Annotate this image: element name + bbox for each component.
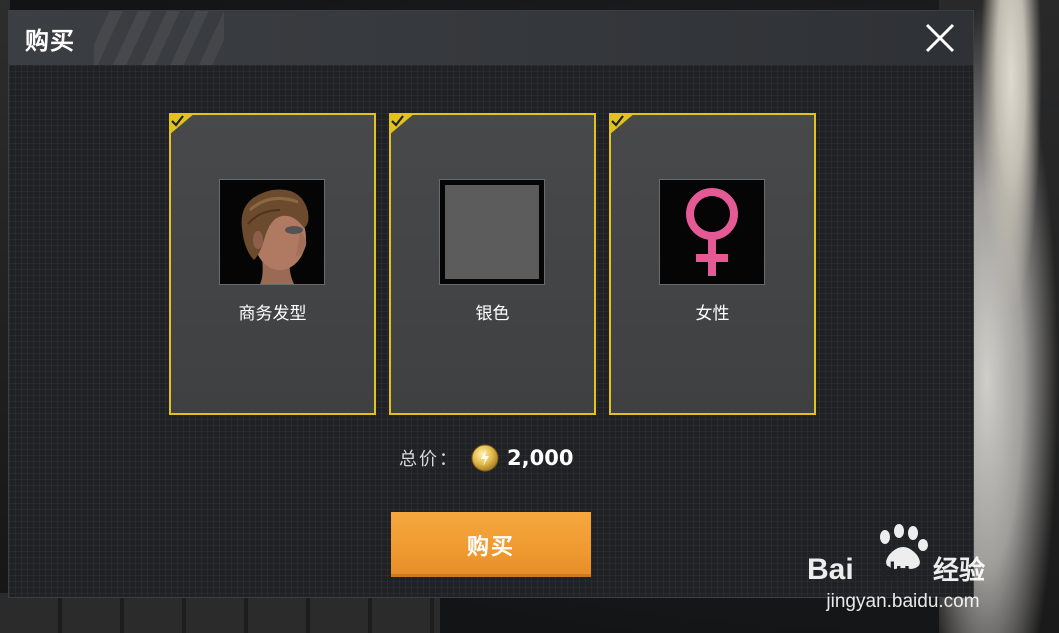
color-swatch-icon <box>439 179 545 285</box>
baidu-logo-icon: Bai du 经验 <box>807 524 985 586</box>
checkmark-icon <box>609 113 635 135</box>
item-label: 女性 <box>695 304 730 324</box>
close-icon <box>925 23 955 53</box>
item-label: 商务发型 <box>238 304 307 324</box>
checkmark-icon <box>389 113 415 135</box>
hairstyle-icon <box>219 179 325 285</box>
item-list: 商务发型 银色 女性 <box>169 113 817 415</box>
background-inventory-strip <box>0 593 440 633</box>
item-label: 银色 <box>475 304 510 324</box>
checkmark-icon <box>169 113 195 135</box>
item-card-hairstyle[interactable]: 商务发型 <box>169 113 376 415</box>
dialog-header: 购买 <box>9 11 973 65</box>
item-card-silver[interactable]: 银色 <box>389 113 596 415</box>
buy-button[interactable]: 购买 <box>391 512 591 577</box>
total-price-label: 总价： <box>399 449 459 470</box>
purchase-dialog: 购买 商务发型 银色 女性 总价： 2,000 购买 <box>8 10 974 598</box>
svg-text:du: du <box>881 558 910 585</box>
svg-text:Bai: Bai <box>807 553 854 586</box>
watermark-url: jingyan.baidu.com <box>826 591 980 612</box>
item-card-female[interactable]: 女性 <box>609 113 816 415</box>
female-symbol-icon <box>659 179 765 285</box>
close-button[interactable] <box>921 19 959 57</box>
baidu-watermark: Bai du 经验 jingyan.baidu.com <box>803 521 1003 613</box>
svg-text:经验: 经验 <box>933 555 985 586</box>
total-price-value: 2,000 <box>507 446 574 470</box>
total-price: 总价： 2,000 <box>399 441 573 475</box>
dialog-title: 购买 <box>25 27 75 55</box>
header-decoration <box>94 11 224 65</box>
coin-icon <box>471 444 499 472</box>
